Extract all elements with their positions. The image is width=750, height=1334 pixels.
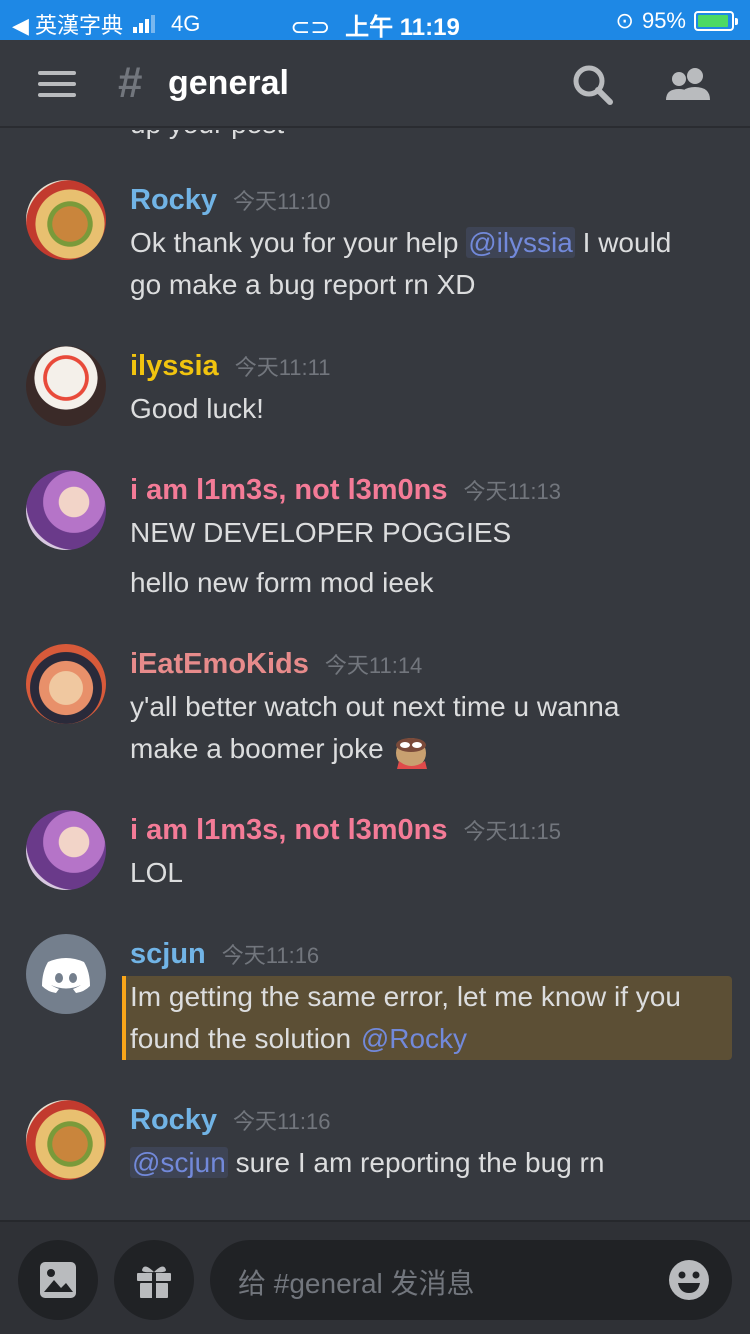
message-text: make a boomer joke	[130, 728, 431, 771]
message-timestamp: 今天11:13	[463, 479, 561, 504]
image-icon	[40, 1262, 76, 1298]
channel-header: # general	[0, 40, 750, 128]
message-text: NEW DEVELOPER POGGIES	[130, 517, 512, 548]
channel-hash-icon: #	[118, 58, 143, 107]
user-mention[interactable]: @Rocky	[359, 1023, 469, 1054]
author-name[interactable]: scjun	[130, 938, 206, 971]
message-timestamp: 今天11:10	[233, 189, 331, 214]
message-text: Ok thank you for your help @ilyssia I wo…	[130, 227, 672, 258]
message-timestamp: 今天11:16	[221, 943, 320, 968]
avatar[interactable]	[26, 644, 106, 724]
search-icon[interactable]	[570, 62, 616, 108]
user-mention[interactable]: @scjun	[130, 1147, 228, 1178]
pepe-emoji-icon	[396, 737, 428, 769]
message-input-placeholder: 给 #general 发消息	[238, 1268, 475, 1299]
avatar[interactable]	[26, 810, 106, 890]
avatar[interactable]	[26, 1100, 106, 1180]
battery-icon	[694, 11, 738, 31]
author-name[interactable]: i am l1m3s, not l3m0ns	[130, 474, 448, 507]
gift-icon	[137, 1266, 171, 1298]
message-text: hello new form mod ieek	[130, 567, 434, 598]
avatar[interactable]	[26, 470, 106, 550]
author-name[interactable]: Rocky	[130, 184, 217, 217]
cutoff-message-text: up your post	[130, 130, 284, 140]
message-timestamp: 今天11:16	[233, 1109, 331, 1134]
author-name[interactable]: iEatEmoKids	[130, 648, 309, 681]
members-icon[interactable]	[664, 62, 712, 108]
message-text: go make a bug report rn XD	[130, 269, 476, 300]
orientation-lock-icon: ⊙	[615, 8, 634, 33]
clock: 上午 11:19	[345, 14, 460, 41]
battery-percent: 95%	[641, 8, 686, 33]
message-text: Im getting the same error, let me know i…	[130, 981, 681, 1012]
message-timestamp: 今天11:15	[463, 819, 561, 844]
avatar[interactable]	[26, 346, 106, 426]
message-text: @scjun sure I am reporting the bug rn	[130, 1147, 605, 1178]
discord-logo-icon	[42, 958, 90, 993]
message-text: Good luck!	[130, 393, 264, 424]
gift-button[interactable]	[114, 1240, 194, 1320]
author-name[interactable]: i am l1m3s, not l3m0ns	[130, 814, 448, 847]
composer-bar: 给 #general 发消息	[0, 1220, 750, 1334]
user-mention[interactable]: @ilyssia	[466, 227, 575, 258]
message-text: y'all better watch out next time u wanna	[130, 691, 620, 722]
link-icon: ⊂⊃	[290, 14, 331, 41]
message-timestamp: 今天11:11	[234, 355, 331, 380]
message-input[interactable]: 给 #general 发消息	[210, 1240, 732, 1320]
channel-title: general	[168, 64, 289, 102]
author-name[interactable]: ilyssia	[130, 350, 219, 383]
message-timestamp: 今天11:14	[324, 653, 423, 678]
message-list[interactable]: up your post Rocky 今天11:10 Ok thank you …	[0, 130, 750, 1218]
attach-image-button[interactable]	[18, 1240, 98, 1320]
message-text: LOL	[130, 857, 183, 888]
message-text: found the solution @Rocky	[130, 1023, 469, 1054]
emoji-icon[interactable]	[668, 1259, 710, 1301]
author-name[interactable]: Rocky	[130, 1104, 217, 1137]
hamburger-icon[interactable]	[38, 71, 76, 97]
status-bar: ◀ 英漢字典 4G ⊂⊃ 上午 11:19 ⊙ 95%	[0, 0, 750, 41]
avatar[interactable]	[26, 180, 106, 260]
avatar[interactable]	[26, 934, 106, 1014]
